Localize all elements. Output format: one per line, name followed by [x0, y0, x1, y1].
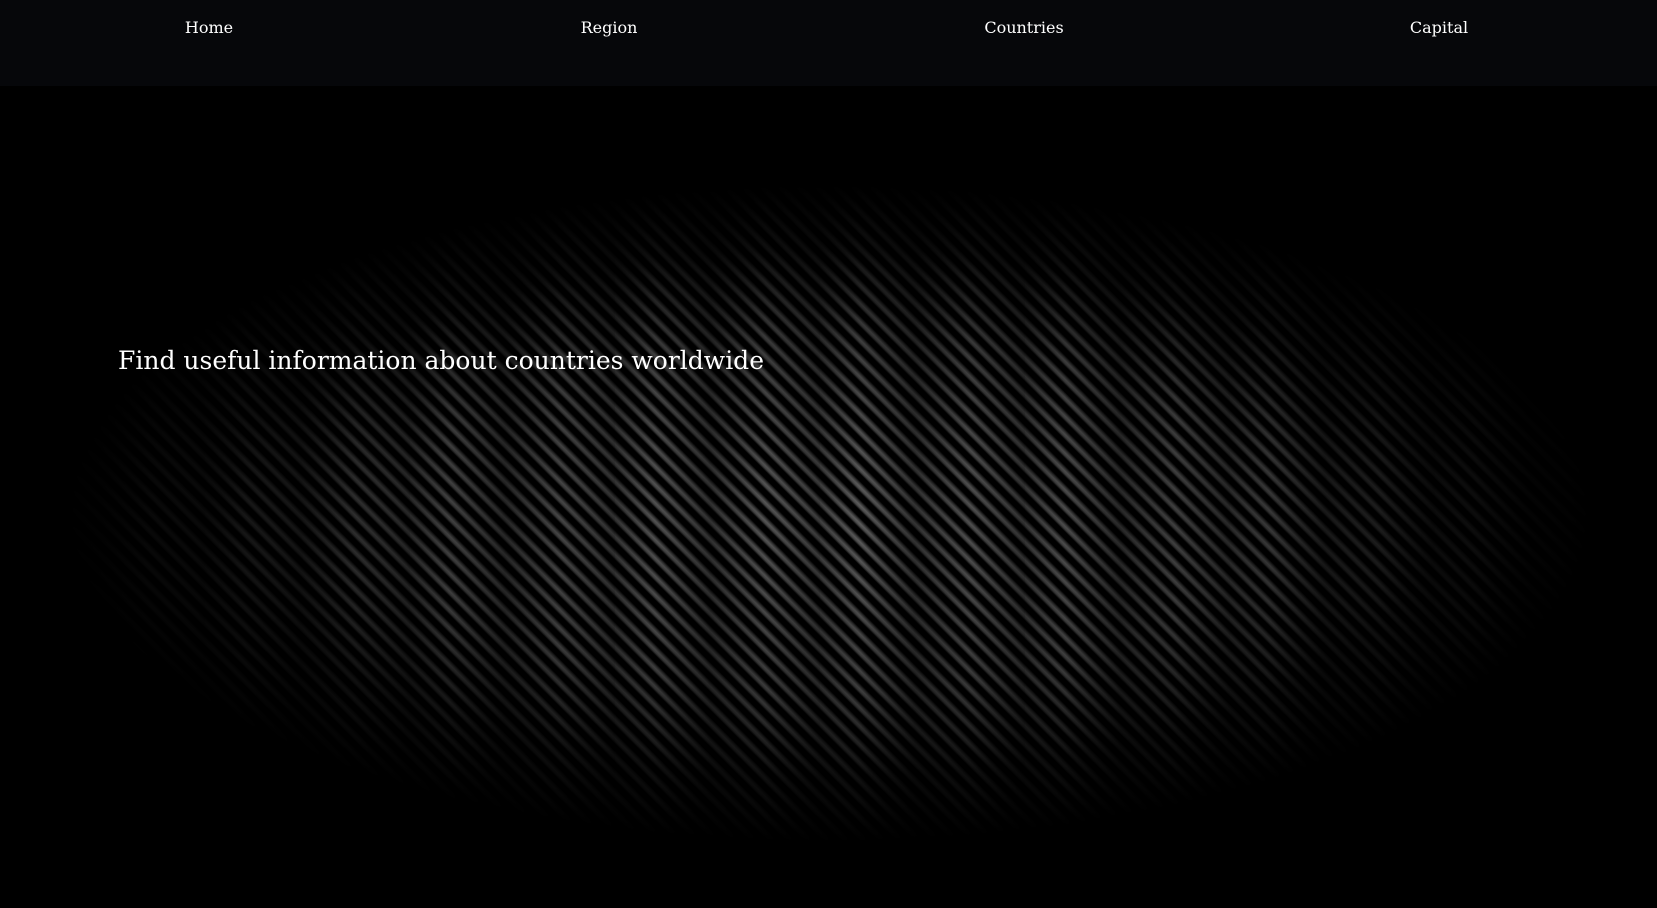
nav-link-region[interactable]: Region	[581, 17, 638, 39]
nav-link-countries[interactable]: Countries	[984, 17, 1063, 39]
nav-link-capital[interactable]: Capital	[1410, 17, 1468, 39]
top-navbar: Home Region Countries Capital	[0, 0, 1657, 86]
hero-headline: Find useful information about countries …	[118, 346, 764, 375]
hero-background-vignette	[0, 86, 1657, 908]
nav-link-home[interactable]: Home	[185, 17, 233, 39]
hero-section	[0, 86, 1657, 908]
